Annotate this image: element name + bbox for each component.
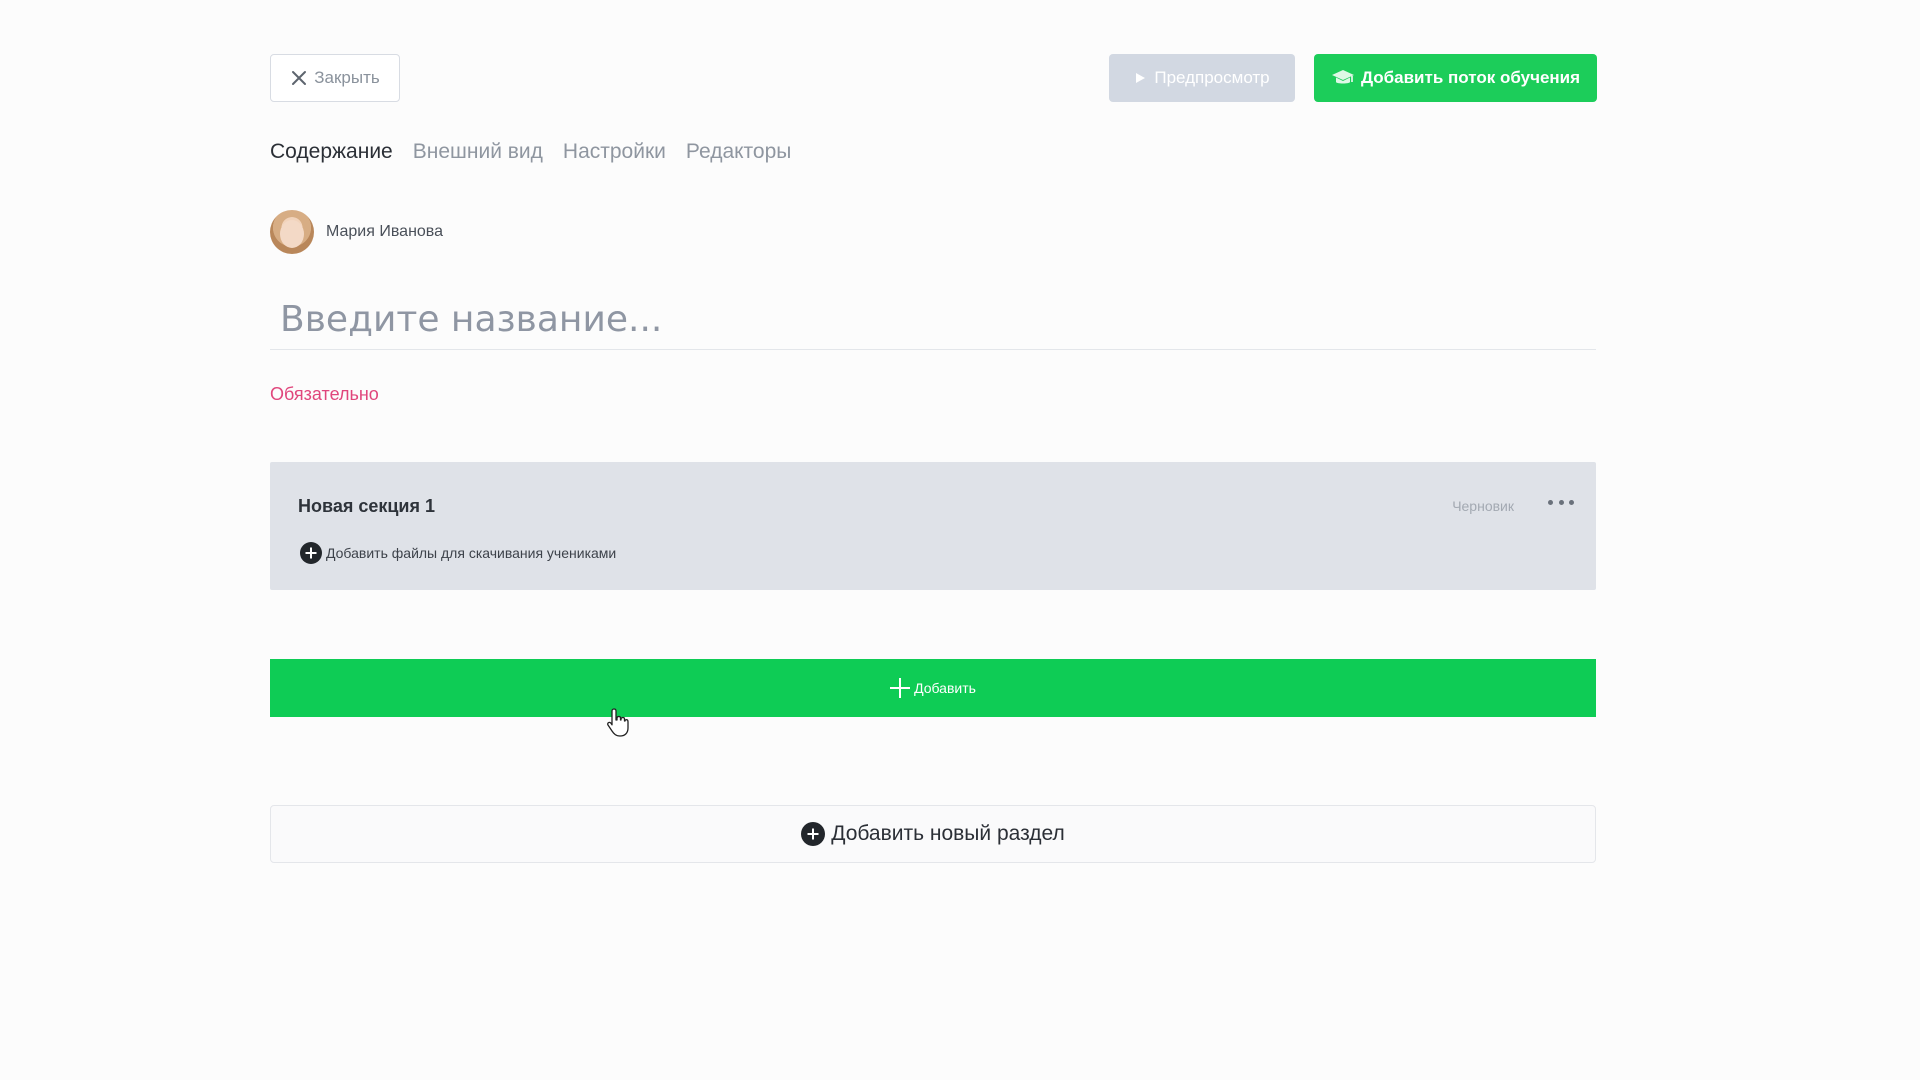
- close-icon: [292, 71, 307, 85]
- editor-tabs: Содержание Внешний вид Настройки Редакто…: [270, 140, 791, 164]
- close-button-label: Закрыть: [314, 68, 380, 87]
- section-title[interactable]: Новая секция 1: [298, 496, 435, 517]
- add-button[interactable]: Добавить: [270, 659, 1596, 717]
- title-input[interactable]: [270, 290, 1596, 350]
- required-hint: Обязательно: [270, 384, 379, 404]
- avatar: [270, 210, 314, 254]
- plus-circle-icon: [300, 542, 322, 564]
- status-badge: Черновик: [1452, 498, 1514, 514]
- close-button[interactable]: Закрыть: [270, 54, 400, 102]
- plus-circle-icon: [801, 822, 826, 846]
- tab-settings[interactable]: Настройки: [563, 140, 666, 164]
- add-files-button[interactable]: Добавить файлы для скачивания учениками: [300, 542, 616, 564]
- author-name: Мария Иванова: [326, 223, 444, 240]
- more-options-icon[interactable]: [1548, 492, 1574, 512]
- graduation-cap-icon: [1331, 70, 1354, 84]
- add-new-section-label: Добавить новый раздел: [831, 822, 1065, 845]
- add-new-section-button[interactable]: Добавить новый раздел: [270, 805, 1596, 863]
- author-info: Мария Иванова: [270, 210, 443, 254]
- hand-cursor-icon: [607, 708, 629, 737]
- add-button-label: Добавить: [914, 680, 976, 696]
- tab-editors[interactable]: Редакторы: [686, 140, 792, 164]
- tab-content[interactable]: Содержание: [270, 140, 393, 164]
- add-learning-stream-label: Добавить поток обучения: [1360, 68, 1581, 87]
- section-card[interactable]: Новая секция 1 Черновик Добавить файлы д…: [270, 462, 1596, 590]
- course-editor-page: Закрыть Предпросмотр Добавить поток обуч…: [0, 0, 1920, 1080]
- add-files-label: Добавить файлы для скачивания учениками: [326, 545, 617, 561]
- preview-button[interactable]: Предпросмотр: [1109, 54, 1295, 102]
- preview-button-label: Предпросмотр: [1154, 68, 1270, 87]
- plus-icon: [890, 678, 910, 698]
- tab-appearance[interactable]: Внешний вид: [413, 140, 543, 164]
- play-icon: [1136, 73, 1146, 83]
- add-learning-stream-button[interactable]: Добавить поток обучения: [1314, 54, 1597, 102]
